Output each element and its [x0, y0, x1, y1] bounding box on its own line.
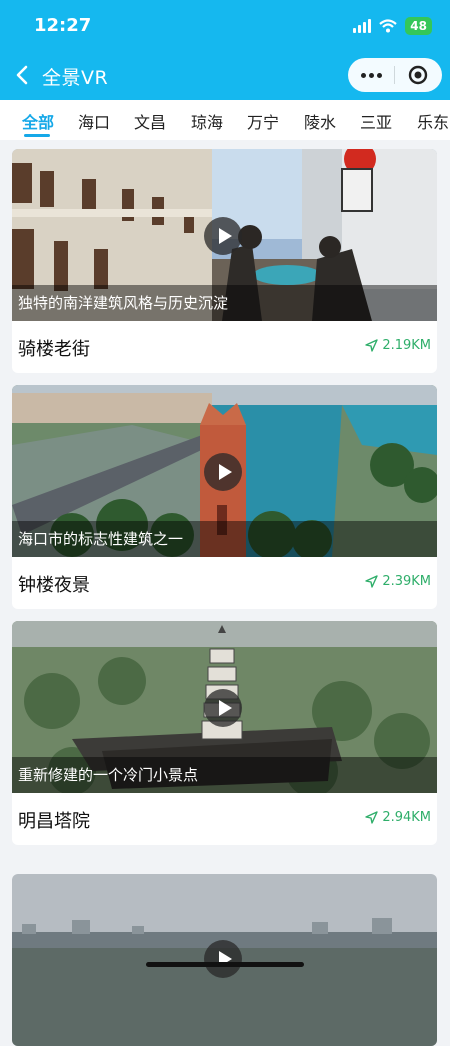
- region-tabs: 全部 海口 文昌 琼海 万宁 陵水 三亚 乐东: [0, 100, 450, 140]
- record-icon[interactable]: [395, 65, 441, 85]
- spot-name: 明昌塔院: [18, 811, 90, 832]
- page-title: 全景VR: [42, 67, 109, 89]
- spot-photo: 海口市的标志性建筑之一: [12, 385, 437, 557]
- more-icon[interactable]: [348, 72, 394, 78]
- play-icon[interactable]: [204, 217, 242, 255]
- tab-wanning[interactable]: 万宁: [247, 109, 279, 133]
- back-icon[interactable]: [14, 64, 32, 86]
- status-icons: 48: [353, 17, 432, 35]
- spot-photo: 重新修建的一个冷门小景点: [12, 621, 437, 793]
- spot-name: 钟楼夜景: [18, 575, 90, 596]
- spot-card[interactable]: 重新修建的一个冷门小景点 明昌塔院 2.94KM: [12, 621, 437, 845]
- signal-icon: [353, 19, 372, 33]
- play-icon[interactable]: [204, 940, 242, 978]
- spot-distance: 2.94KM: [365, 810, 431, 825]
- spot-distance: 2.39KM: [365, 574, 431, 589]
- wifi-icon: [379, 19, 398, 33]
- spot-caption: 海口市的标志性建筑之一: [12, 521, 437, 557]
- spot-caption: 独特的南洋建筑风格与历史沉淀: [12, 285, 437, 321]
- spot-card[interactable]: 独特的南洋建筑风格与历史沉淀 骑楼老街 2.19KM: [12, 149, 437, 373]
- play-icon[interactable]: [204, 689, 242, 727]
- active-tab-indicator: [24, 134, 50, 137]
- tab-haikou[interactable]: 海口: [78, 109, 110, 133]
- spot-caption: 重新修建的一个冷门小景点: [12, 757, 437, 793]
- spot-card[interactable]: 海口市的标志性建筑之一 钟楼夜景 2.39KM: [12, 385, 437, 609]
- spot-photo: 独特的南洋建筑风格与历史沉淀: [12, 149, 437, 321]
- location-arrow-icon: [365, 811, 379, 824]
- mini-program-capsule: [348, 58, 442, 92]
- tab-lingshui[interactable]: 陵水: [304, 109, 336, 133]
- spot-photo: [12, 874, 437, 1046]
- battery-icon: 48: [405, 17, 432, 35]
- spot-card[interactable]: [12, 874, 437, 1046]
- spot-distance: 2.19KM: [365, 338, 431, 353]
- tab-sanya[interactable]: 三亚: [360, 109, 392, 133]
- location-arrow-icon: [365, 575, 379, 588]
- top-bar: 12:27 48 全景VR: [0, 0, 450, 100]
- play-icon[interactable]: [204, 453, 242, 491]
- spot-name: 骑楼老街: [18, 339, 90, 360]
- home-indicator: [146, 962, 304, 967]
- status-time: 12:27: [34, 15, 92, 36]
- tab-qionghai[interactable]: 琼海: [191, 109, 223, 133]
- tab-ledong[interactable]: 乐东: [417, 109, 449, 133]
- tab-wenchang[interactable]: 文昌: [134, 109, 166, 133]
- location-arrow-icon: [365, 339, 379, 352]
- tab-all[interactable]: 全部: [22, 109, 54, 133]
